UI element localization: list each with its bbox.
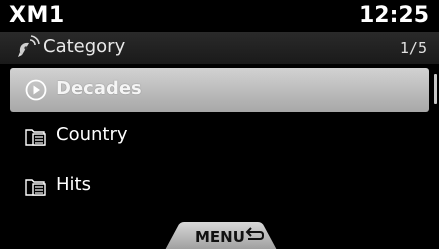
radio-screen: XM1 12:25 Category 1/5 Decades Country H… (0, 0, 439, 249)
list-item-hits[interactable]: Hits (10, 164, 429, 208)
station-name: XM1 (9, 3, 65, 28)
menu-button-label: MENU (195, 228, 245, 246)
list-item-decades[interactable]: Decades (10, 68, 429, 112)
list-item-country[interactable]: Country (10, 114, 429, 158)
satellite-icon (18, 35, 40, 57)
category-header: Category 1/5 (0, 32, 439, 64)
list-item-label: Country (56, 124, 128, 145)
list-item-label: Decades (56, 78, 142, 99)
folder-list-icon (25, 129, 46, 146)
scrollbar[interactable] (434, 74, 437, 104)
play-circle-icon (25, 79, 47, 101)
status-bar: XM1 12:25 (0, 0, 439, 32)
folder-list-icon (25, 179, 46, 196)
list-item-label: Hits (56, 174, 91, 195)
category-title: Category (43, 36, 126, 57)
clock: 12:25 (358, 3, 429, 28)
page-indicator: 1/5 (399, 39, 427, 57)
